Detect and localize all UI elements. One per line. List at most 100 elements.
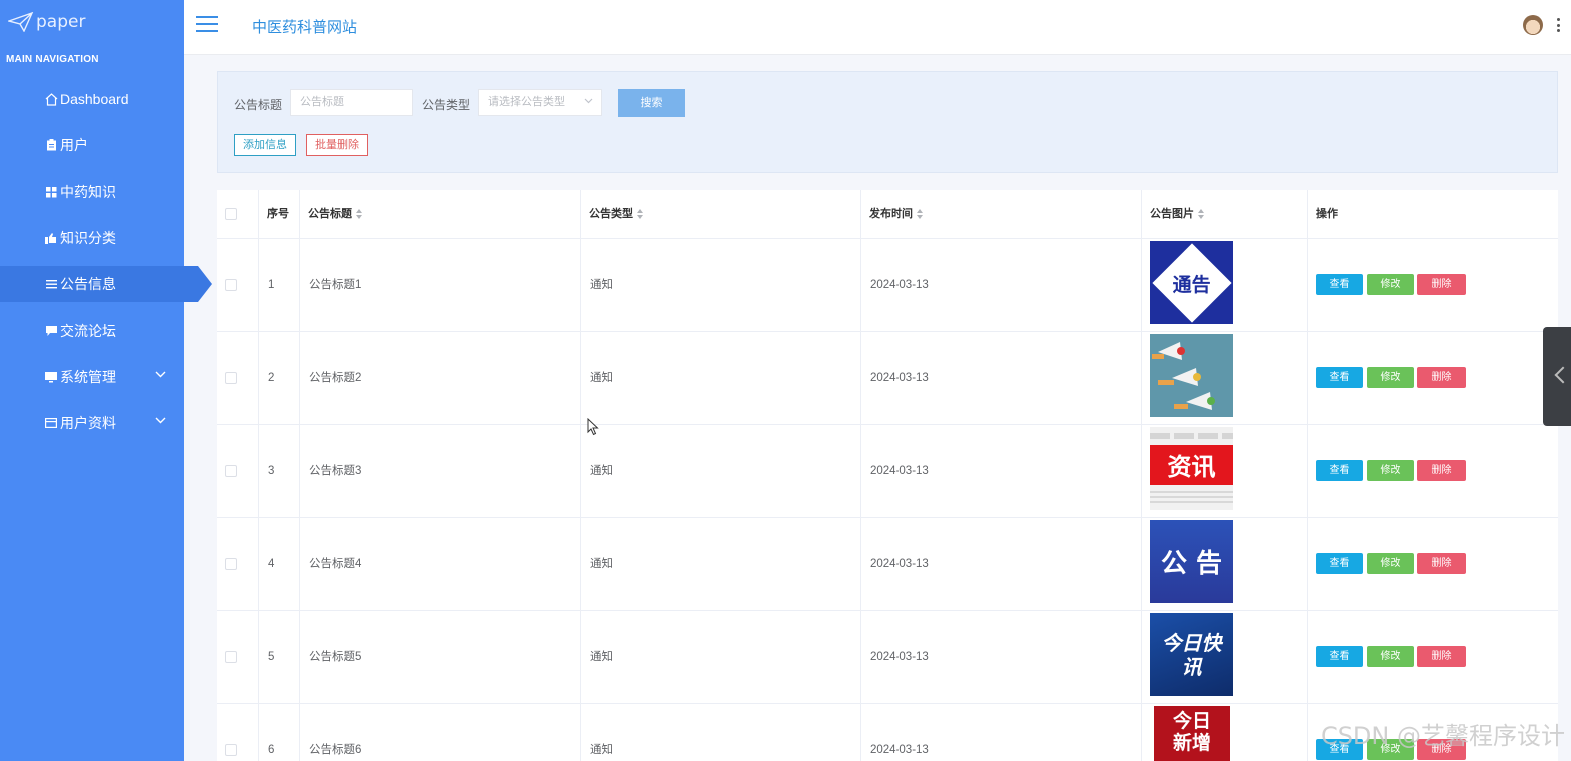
row-type: 通知 — [581, 425, 861, 518]
sidebar-item-users[interactable]: 用户 — [0, 127, 184, 163]
edit-button[interactable]: 修改 — [1367, 367, 1414, 388]
row-type: 通知 — [581, 611, 861, 704]
sidebar-item-label: 中药知识 — [60, 184, 116, 200]
add-button[interactable]: 添加信息 — [234, 134, 296, 156]
sort-icon[interactable] — [917, 209, 924, 220]
sidebar-item-system-management[interactable]: 系统管理 — [0, 359, 184, 395]
title-filter-label: 公告标题 — [234, 98, 283, 112]
sidebar-item-announcements[interactable]: 公告信息 — [0, 266, 212, 302]
row-type: 通知 — [581, 239, 861, 332]
row-checkbox[interactable] — [225, 372, 237, 384]
row-type: 通知 — [581, 704, 861, 761]
edit-button[interactable]: 修改 — [1367, 646, 1414, 667]
sort-icon[interactable] — [637, 209, 644, 220]
announcement-image[interactable]: 资讯 — [1150, 427, 1233, 510]
announcement-image[interactable]: 今日快讯 — [1150, 613, 1233, 696]
paper-plane-icon — [8, 12, 34, 32]
announcement-image[interactable] — [1150, 334, 1233, 417]
row-checkbox[interactable] — [225, 279, 237, 291]
comment-icon — [44, 324, 58, 338]
row-type: 通知 — [581, 518, 861, 611]
row-title: 公告标题2 — [300, 332, 581, 425]
table-row: 2 公告标题2 通知 2024-03-13 查看 修改 删除 — [217, 332, 1558, 425]
edit-button[interactable]: 修改 — [1367, 274, 1414, 295]
menu-toggle-icon[interactable] — [196, 16, 218, 34]
sidebar-item-herb-knowledge[interactable]: 中药知识 — [0, 174, 184, 210]
row-index: 3 — [259, 425, 300, 518]
view-button[interactable]: 查看 — [1316, 367, 1363, 388]
row-date: 2024-03-13 — [861, 518, 1142, 611]
chevron-down-icon — [155, 417, 166, 424]
sidebar-item-label: 用户资料 — [60, 415, 116, 431]
sidebar-item-user-profile[interactable]: 用户资料 — [0, 405, 184, 441]
select-all-checkbox[interactable] — [225, 208, 237, 220]
view-button[interactable]: 查看 — [1316, 274, 1363, 295]
announcement-image[interactable]: 公 告 — [1150, 520, 1233, 603]
row-checkbox[interactable] — [225, 744, 237, 756]
chevron-down-icon — [155, 371, 166, 378]
delete-button[interactable]: 删除 — [1417, 553, 1466, 574]
select-all-cell — [217, 190, 259, 239]
announcement-image[interactable]: 今日新增 — [1154, 706, 1230, 761]
thumb-icon — [44, 231, 58, 245]
row-index: 6 — [259, 704, 300, 761]
delete-button[interactable]: 删除 — [1417, 646, 1466, 667]
nav-caption: MAIN NAVIGATION — [6, 54, 99, 65]
view-button[interactable]: 查看 — [1316, 646, 1363, 667]
sort-icon[interactable] — [1198, 209, 1205, 220]
more-vertical-icon[interactable] — [1557, 18, 1561, 32]
delete-button[interactable]: 删除 — [1417, 274, 1466, 295]
row-checkbox[interactable] — [225, 651, 237, 663]
sidebar-item-knowledge-category[interactable]: 知识分类 — [0, 220, 184, 256]
row-index: 2 — [259, 332, 300, 425]
view-button[interactable]: 查看 — [1316, 460, 1363, 481]
delete-button[interactable]: 删除 — [1417, 460, 1466, 481]
row-title: 公告标题4 — [300, 518, 581, 611]
row-index: 4 — [259, 518, 300, 611]
announcement-table: 序号 公告标题 公告类型 发布时间 公告图片 操作 1 公告标题1 通知 202… — [217, 190, 1558, 761]
sidebar-item-dashboard[interactable]: Dashboard — [0, 81, 184, 117]
type-filter-label: 公告类型 — [422, 98, 471, 112]
grid-icon — [44, 185, 58, 199]
sort-icon[interactable] — [356, 209, 363, 220]
row-date: 2024-03-13 — [861, 239, 1142, 332]
logo-text: paper — [36, 12, 86, 32]
delete-button[interactable]: 删除 — [1417, 367, 1466, 388]
row-checkbox[interactable] — [225, 465, 237, 477]
monitor-icon — [44, 370, 58, 384]
batch-delete-button[interactable]: 批量删除 — [306, 134, 368, 156]
edit-button[interactable]: 修改 — [1367, 460, 1414, 481]
card-icon — [44, 416, 58, 430]
edit-button[interactable]: 修改 — [1367, 553, 1414, 574]
type-select[interactable]: 请选择公告类型 — [478, 89, 602, 116]
table-header: 序号 公告标题 公告类型 发布时间 公告图片 操作 — [217, 190, 1558, 239]
search-panel: 公告标题 公告标题 公告类型 请选择公告类型 搜索 添加信息 批量删除 — [217, 71, 1558, 173]
sidebar-item-forum[interactable]: 交流论坛 — [0, 313, 184, 349]
search-button[interactable]: 搜索 — [618, 89, 685, 117]
app-logo[interactable]: paper — [8, 8, 85, 36]
title-search-input[interactable]: 公告标题 — [290, 89, 413, 116]
row-title: 公告标题5 — [300, 611, 581, 704]
sidebar-item-label: 系统管理 — [60, 369, 116, 385]
column-header-date[interactable]: 发布时间 — [861, 190, 1142, 239]
row-checkbox[interactable] — [225, 558, 237, 570]
column-header-index: 序号 — [259, 190, 300, 239]
collapse-panel-handle[interactable] — [1543, 327, 1571, 426]
sidebar-item-label: 用户 — [60, 137, 88, 153]
row-date: 2024-03-13 — [861, 611, 1142, 704]
list-icon — [44, 277, 58, 291]
row-type: 通知 — [581, 332, 861, 425]
row-index: 1 — [259, 239, 300, 332]
column-header-title[interactable]: 公告标题 — [300, 190, 581, 239]
view-button[interactable]: 查看 — [1316, 553, 1363, 574]
top-header: 中医药科普网站 — [184, 0, 1571, 55]
announcement-image[interactable]: 通告 — [1150, 241, 1233, 324]
row-date: 2024-03-13 — [861, 425, 1142, 518]
mouse-cursor-icon — [587, 417, 599, 441]
column-header-image[interactable]: 公告图片 — [1142, 190, 1308, 239]
home-icon — [44, 92, 58, 106]
avatar[interactable] — [1523, 15, 1543, 35]
row-index: 5 — [259, 611, 300, 704]
column-header-type[interactable]: 公告类型 — [581, 190, 861, 239]
row-title: 公告标题6 — [300, 704, 581, 761]
